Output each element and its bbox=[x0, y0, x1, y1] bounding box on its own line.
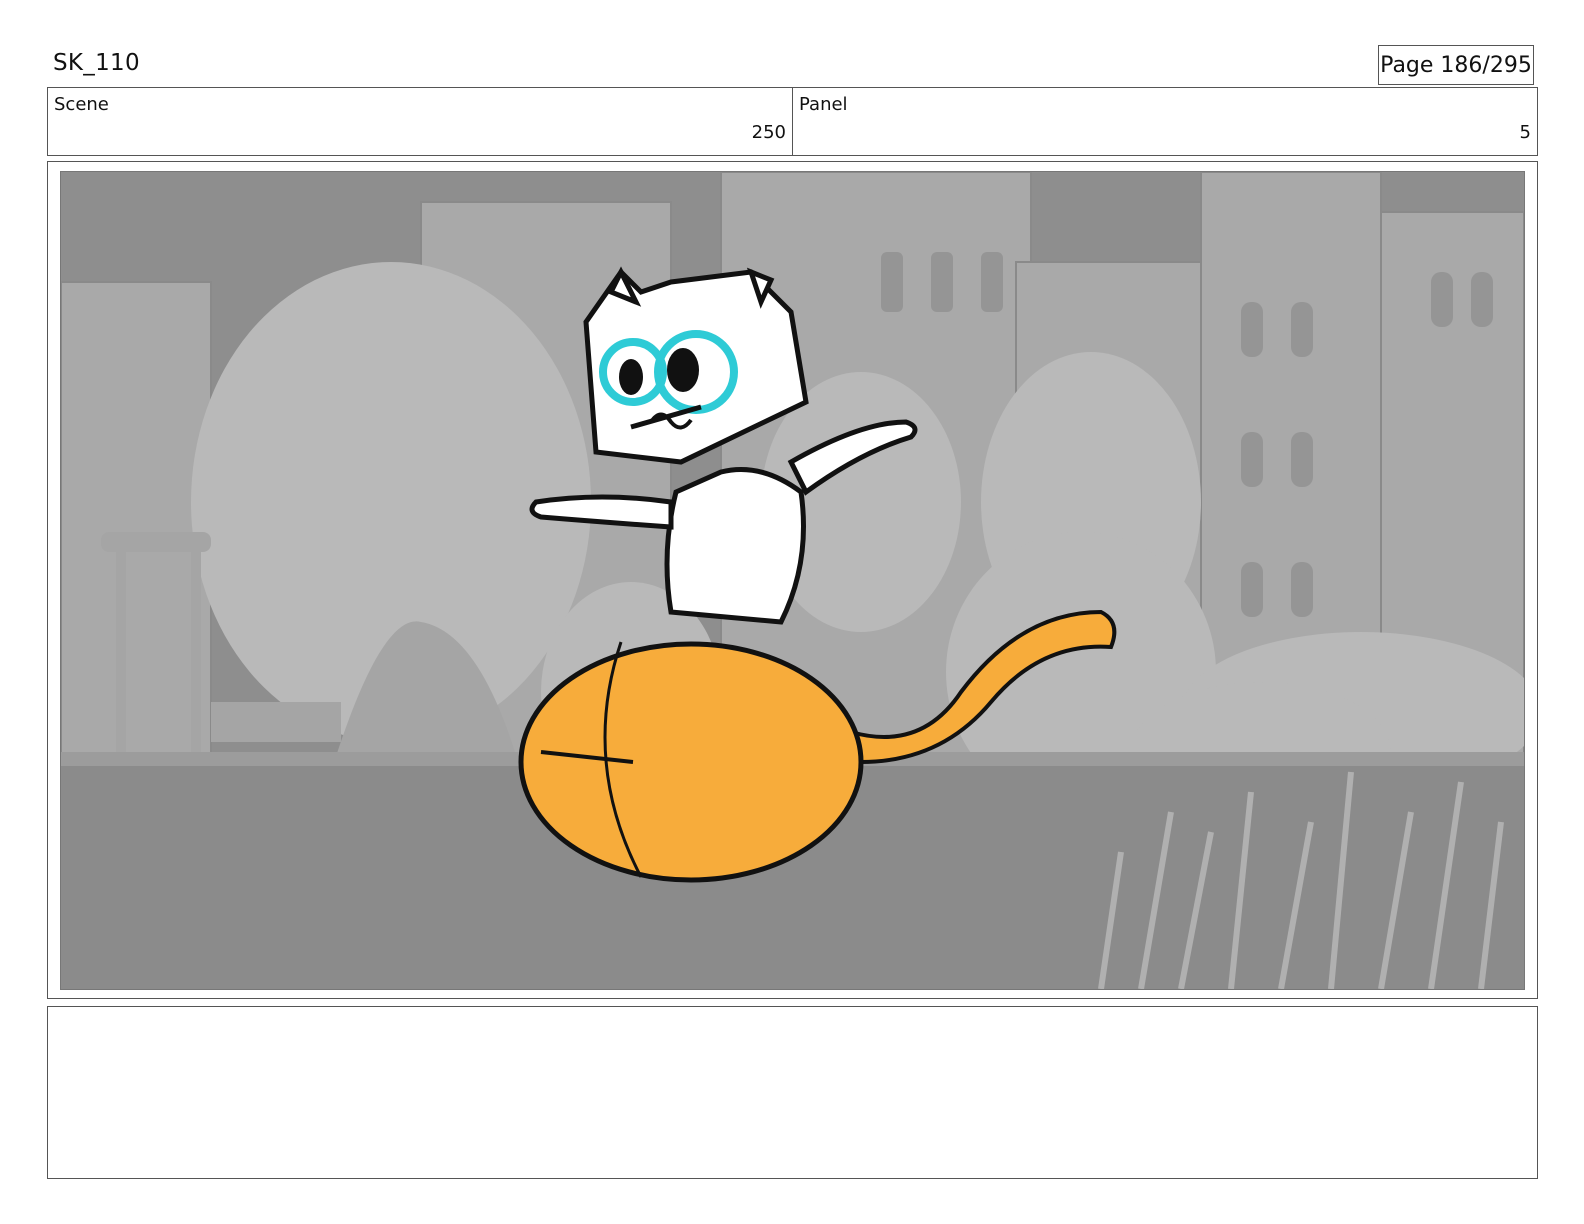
panel-cell: Panel 5 bbox=[793, 88, 1537, 155]
page-indicator: Page 186/295 bbox=[1378, 45, 1534, 85]
notes-box bbox=[47, 1006, 1538, 1179]
storyboard-frame bbox=[47, 161, 1538, 999]
storyboard-drawing bbox=[60, 171, 1525, 990]
sheet-title: SK_110 bbox=[53, 50, 140, 76]
scene-cell: Scene 250 bbox=[48, 88, 793, 155]
scene-label: Scene bbox=[54, 94, 109, 115]
panel-value: 5 bbox=[1519, 122, 1531, 143]
page-indicator-text: Page 186/295 bbox=[1380, 52, 1532, 78]
orange-ball bbox=[518, 641, 864, 883]
panel-label: Panel bbox=[799, 94, 848, 115]
scene-value: 250 bbox=[751, 122, 786, 143]
cat-torso bbox=[664, 467, 806, 625]
storyboard-drawing-icon bbox=[61, 172, 1524, 989]
scene-panel-info-row: Scene 250 Panel 5 bbox=[47, 87, 1538, 156]
